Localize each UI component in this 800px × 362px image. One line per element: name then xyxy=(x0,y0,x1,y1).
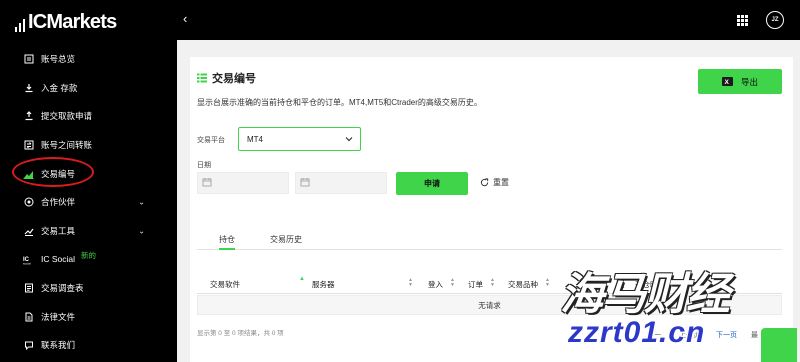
calendar-icon xyxy=(202,174,212,192)
chevron-down-icon: ⌄ xyxy=(138,197,145,207)
legal-docs-icon xyxy=(23,311,34,322)
logo-bars-icon xyxy=(15,16,25,32)
reset-button-label: 重置 xyxy=(493,178,509,187)
table-empty-row: 无请求 xyxy=(197,295,782,315)
tab-bar: 持仓 交易历史 xyxy=(197,232,782,250)
date-label: 日期 xyxy=(197,162,211,169)
sidebar-item-label: 交易调查表 xyxy=(41,283,84,294)
partner-icon xyxy=(23,197,34,208)
tab-open-positions[interactable]: 持仓 xyxy=(219,234,235,250)
sidebar-item-deposit[interactable]: 入金 存款 xyxy=(0,74,165,103)
sidebar-item-ic-social[interactable]: IC social IC Social 新的 xyxy=(0,245,165,274)
sidebar-item-label: 合作伙伴 xyxy=(41,197,76,208)
tools-icon xyxy=(23,225,34,236)
new-badge: 新的 xyxy=(81,250,97,260)
transfer-icon xyxy=(23,140,34,151)
sidebar-item-label: 账号之间转账 xyxy=(41,140,93,151)
platform-label: 交易平台 xyxy=(197,137,225,144)
sort-icon[interactable]: ▲ ▼ xyxy=(450,278,455,288)
page-title: 交易编号 xyxy=(197,70,256,86)
sidebar-item-label: 交易工具 xyxy=(41,225,76,236)
logo-text: ICMarkets xyxy=(28,11,117,33)
sidebar-item-transfer[interactable]: 账号之间转账 xyxy=(0,131,165,160)
top-bar: ‹ JZ xyxy=(177,0,800,40)
svg-text:social: social xyxy=(23,261,31,265)
excel-icon: X xyxy=(721,76,733,87)
column-header[interactable]: 交易品种 xyxy=(508,279,538,290)
sort-asc-icon[interactable]: ▲ xyxy=(299,276,305,282)
chevron-down-icon xyxy=(344,134,354,146)
withdraw-icon xyxy=(23,111,34,122)
platform-select-value: MT4 xyxy=(247,134,263,144)
account-overview-icon xyxy=(23,54,34,65)
column-header[interactable]: 交易软件 xyxy=(210,279,240,290)
apps-grid-icon[interactable] xyxy=(737,15,748,26)
page-title-text: 交易编号 xyxy=(212,73,256,85)
column-header[interactable]: 开仓时间 xyxy=(635,279,665,290)
apply-button[interactable]: 申请 xyxy=(396,172,468,195)
column-header[interactable]: 订单 xyxy=(468,279,483,290)
sidebar-item-label: 账号总览 xyxy=(41,54,76,65)
highlight-ring xyxy=(12,157,94,187)
column-header[interactable]: 服务器 xyxy=(312,279,335,290)
ic-markets-logo[interactable]: ICMarkets xyxy=(15,11,117,33)
sort-icon[interactable]: ▲ ▼ xyxy=(545,278,550,288)
sidebar-item-label: 提交取款申请 xyxy=(41,111,93,122)
sort-icon[interactable]: ▲ ▼ xyxy=(408,278,413,288)
list-icon xyxy=(197,73,207,83)
platform-select[interactable]: MT4 xyxy=(238,127,361,151)
sidebar-item-account-overview[interactable]: 账号总览 xyxy=(0,45,165,74)
column-header[interactable]: 登入 xyxy=(428,279,443,290)
deposit-icon xyxy=(23,82,34,93)
contact-icon xyxy=(23,340,34,351)
svg-text:X: X xyxy=(724,79,729,86)
end-date-input[interactable] xyxy=(295,172,387,194)
sidebar-item-label: 法律文件 xyxy=(41,311,76,322)
reset-button[interactable]: 重置 xyxy=(480,177,509,188)
ic-social-icon: IC social xyxy=(23,254,34,265)
chat-button[interactable] xyxy=(761,328,797,362)
tab-trade-history[interactable]: 交易历史 xyxy=(270,234,302,245)
sidebar-item-label: 联系我们 xyxy=(41,340,76,351)
trade-history-card: 交易编号 X 导出 显示台展示准确的当前持仓和平仓的订单。MT4,MT5和Ctr… xyxy=(190,57,793,362)
column-header[interactable]: 数 xyxy=(617,279,625,290)
pager-first[interactable]: 第一 xyxy=(647,330,661,340)
sidebar-item-contact[interactable]: 联系我们 xyxy=(0,331,165,360)
sidebar-item-legal-docs[interactable]: 法律文件 xyxy=(0,302,165,331)
pager-prev[interactable]: 上一页 xyxy=(679,330,700,340)
sidebar-item-partner[interactable]: 合作伙伴 ⌄ xyxy=(0,188,165,217)
page-description: 显示台展示准确的当前持仓和平仓的订单。MT4,MT5和Ctrader的高级交易历… xyxy=(197,98,482,107)
sidebar: ICMarkets 账号总览 入金 存款 提交取款申请 账号之间转账 交易编号 … xyxy=(0,0,165,362)
avatar[interactable]: JZ xyxy=(766,11,784,29)
pager-next[interactable]: 下一页 xyxy=(716,330,737,340)
chevron-down-icon: ⌄ xyxy=(138,226,145,236)
pager-last[interactable]: 最 xyxy=(751,330,758,340)
calendar-icon xyxy=(300,174,310,192)
export-button-label: 导出 xyxy=(740,76,758,87)
questionnaire-icon xyxy=(23,283,34,294)
sidebar-item-questionnaire[interactable]: 交易调查表 xyxy=(0,274,165,303)
start-date-input[interactable] xyxy=(197,172,289,194)
sidebar-item-withdraw[interactable]: 提交取款申请 xyxy=(0,102,165,131)
sidebar-item-label: IC Social xyxy=(41,254,76,265)
table-header: 交易软件 ▲ 服务器 ▲ ▼ 登入 ▲ ▼ 订单 ▲ ▼ 交易品种 ▲ ▼ 数 开仓时间 xyxy=(197,272,782,294)
sidebar-nav: 账号总览 入金 存款 提交取款申请 账号之间转账 交易编号 合作伙伴 ⌄ 交易工… xyxy=(0,45,165,360)
back-arrow-icon[interactable]: ‹ xyxy=(183,12,187,26)
sidebar-item-tools[interactable]: 交易工具 ⌄ xyxy=(0,217,165,246)
sort-icon[interactable]: ▲ ▼ xyxy=(490,278,495,288)
table-info: 显示第 0 至 0 项结果，共 0 项 xyxy=(197,330,284,337)
refresh-icon xyxy=(480,178,489,187)
sidebar-item-label: 入金 存款 xyxy=(41,82,78,93)
export-button[interactable]: X 导出 xyxy=(698,69,782,94)
main-content: 交易编号 X 导出 显示台展示准确的当前持仓和平仓的订单。MT4,MT5和Ctr… xyxy=(177,40,800,362)
